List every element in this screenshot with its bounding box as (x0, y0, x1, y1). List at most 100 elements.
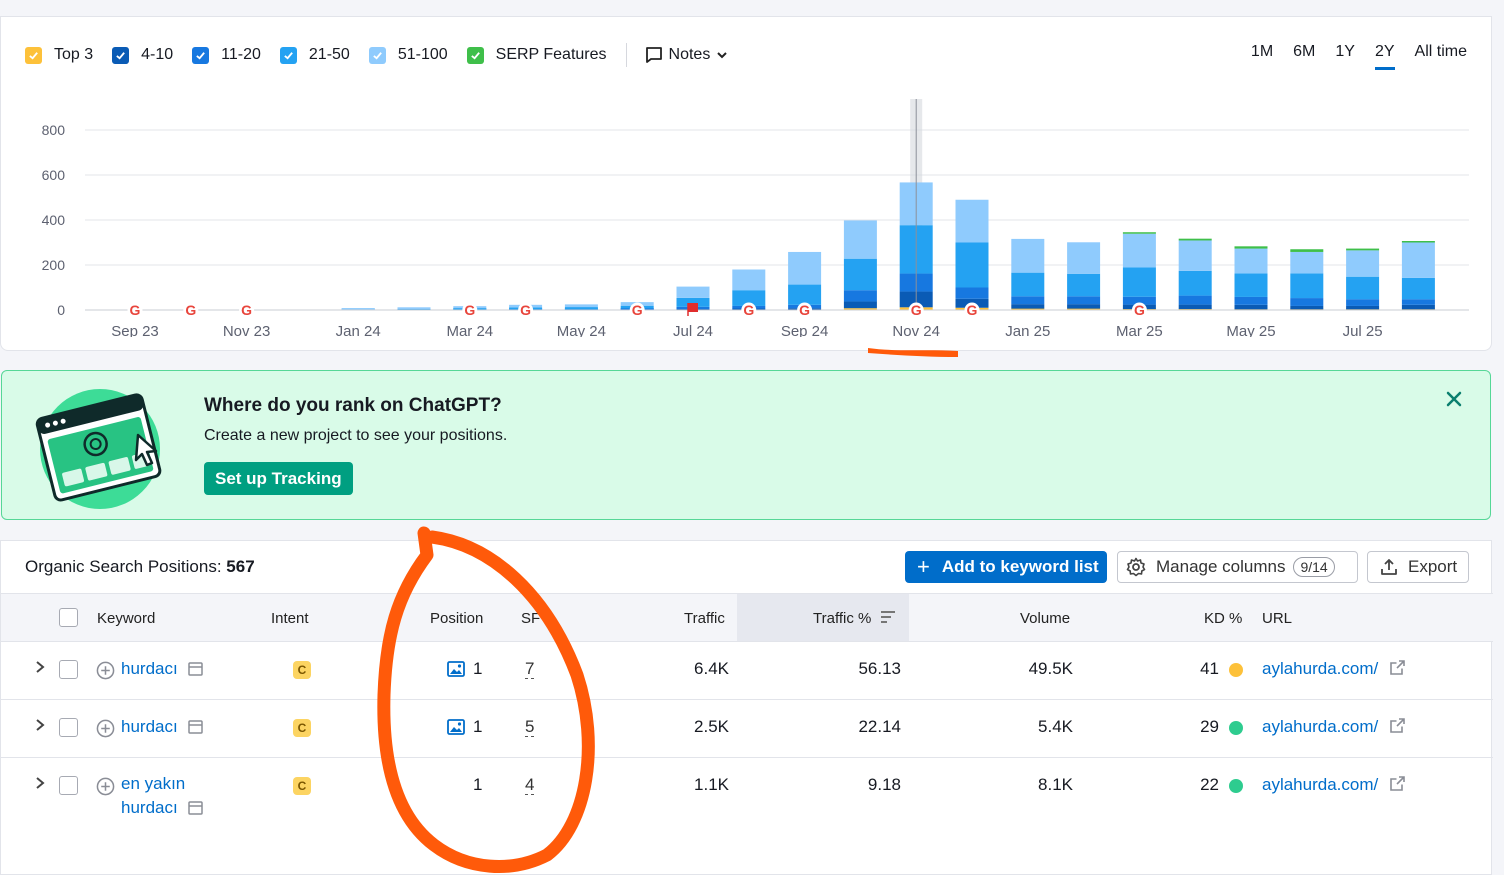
kd-difficulty-dot (1229, 663, 1243, 677)
bar-segment (1011, 304, 1045, 309)
add-button-label: Add to keyword list (941, 557, 1099, 576)
sf-count[interactable]: 5 (525, 717, 535, 737)
external-link-icon[interactable] (1389, 659, 1406, 676)
kd-value: 22 (1200, 775, 1219, 794)
keyword-cell: hurdacı (121, 659, 204, 679)
volume-value: 8.1K (1038, 775, 1073, 794)
col-kd[interactable]: KD % (1204, 610, 1242, 627)
select-all-checkbox[interactable] (59, 608, 78, 627)
bar-segment (955, 242, 989, 288)
bar-segment (1122, 232, 1156, 234)
checkbox-checked-icon[interactable] (279, 46, 297, 64)
bar-segment (1346, 299, 1380, 306)
chevron-right-icon[interactable] (33, 660, 47, 674)
chevron-right-icon[interactable] (33, 718, 47, 732)
position-value: 1 (473, 659, 483, 678)
plus-icon: + (917, 554, 930, 579)
bar-segment (843, 220, 877, 259)
position-value: 1 (473, 775, 483, 794)
table-row[interactable]: hurdacı C 1 5 2.5K 22.14 5.4K 29 aylahur… (1, 700, 1493, 758)
url-link[interactable]: aylahurda.com/ (1262, 717, 1378, 736)
range-1y[interactable]: 1Y (1335, 43, 1355, 70)
position-value: 1 (473, 717, 483, 736)
positions-bar-chart[interactable]: 0 200 400 600 800 G G G G G G G G G G G Sep 23 Nov 23 Jan … (1, 97, 1491, 337)
keyword-link[interactable]: hurdacı (121, 659, 178, 678)
setup-tracking-button[interactable]: Set up Tracking (204, 462, 353, 495)
checkbox-checked-icon[interactable] (368, 46, 386, 64)
serp-snapshot-icon[interactable] (188, 662, 204, 676)
add-circle-icon[interactable] (96, 719, 115, 738)
checkbox-checked-icon[interactable] (25, 46, 42, 64)
chevron-right-icon[interactable] (33, 776, 47, 790)
checkbox-checked-icon[interactable] (112, 46, 130, 64)
checkbox-checked-icon[interactable] (192, 46, 210, 64)
row-checkbox[interactable] (59, 776, 78, 795)
col-keyword[interactable]: Keyword (97, 610, 155, 627)
manage-columns-button[interactable]: Manage columns 9/14 (1117, 551, 1358, 583)
traffic-pct-value: 56.13 (858, 659, 901, 678)
kd-value: 29 (1200, 717, 1219, 736)
col-traffic-pct[interactable]: Traffic % (813, 610, 896, 627)
columns-count-badge: 9/14 (1293, 557, 1335, 577)
url-link[interactable]: aylahurda.com/ (1262, 659, 1378, 678)
legend-21-50[interactable]: 21-50 (279, 46, 350, 64)
external-link-icon[interactable] (1389, 775, 1406, 792)
keyword-cell: hurdacı (121, 717, 204, 737)
x-tick-label: Jan 24 (336, 323, 381, 337)
positions-count: 567 (226, 557, 255, 576)
table-row[interactable]: hurdacı C 1 7 6.4K 56.13 49.5K 41 aylahu… (1, 642, 1493, 700)
bar-segment (1178, 295, 1212, 305)
add-circle-icon[interactable] (96, 777, 115, 796)
range-6m[interactable]: 6M (1293, 43, 1315, 70)
intent-commercial-badge: C (293, 777, 311, 795)
google-update-icon: G (799, 302, 810, 318)
checkbox-checked-icon[interactable] (466, 46, 484, 64)
range-all-time[interactable]: All time (1415, 43, 1467, 70)
range-1m[interactable]: 1M (1251, 43, 1273, 70)
x-tick-label: Mar 24 (446, 323, 493, 337)
legend-serp-features[interactable]: SERP Features (466, 46, 607, 64)
chatgpt-tracking-illustration (35, 389, 162, 509)
url-link[interactable]: aylahurda.com/ (1262, 775, 1378, 794)
keyword-link[interactable]: hurdacı (121, 717, 178, 736)
legend-11-20[interactable]: 11-20 (192, 46, 261, 64)
col-volume[interactable]: Volume (1020, 610, 1070, 627)
orange-annotation-dash (868, 348, 958, 357)
table-header: Keyword Intent Position SF Traffic Traff… (1, 593, 1493, 642)
add-circle-icon[interactable] (96, 661, 115, 680)
serp-snapshot-icon[interactable] (188, 720, 204, 734)
table-row[interactable]: en yakın hurdacı C 1 4 1.1K 9.18 8.1K 22… (1, 758, 1493, 838)
col-intent[interactable]: Intent (271, 610, 309, 627)
bar-segment (1346, 248, 1380, 251)
legend-top3[interactable]: Top 3 (25, 46, 93, 64)
row-checkbox[interactable] (59, 718, 78, 737)
bar-segment (1234, 304, 1268, 310)
sf-count[interactable]: 7 (525, 659, 535, 679)
x-tick-label: May 24 (557, 323, 606, 337)
bar-segment (1401, 299, 1435, 305)
row-checkbox[interactable] (59, 660, 78, 679)
sf-count[interactable]: 4 (525, 775, 535, 795)
chatgpt-promo-banner: Where do you rank on ChatGPT? Create a n… (1, 370, 1491, 520)
legend-4-10[interactable]: 4-10 (112, 46, 173, 64)
serp-snapshot-icon[interactable] (188, 801, 204, 815)
external-link-icon[interactable] (1389, 717, 1406, 734)
traffic-value: 2.5K (694, 717, 729, 736)
y-tick-label: 600 (42, 167, 66, 183)
notes-dropdown[interactable]: Notes (645, 46, 729, 64)
col-position[interactable]: Position (430, 610, 483, 627)
col-sf[interactable]: SF (521, 610, 540, 627)
legend-51-100[interactable]: 51-100 (368, 46, 448, 64)
keyword-link-line1[interactable]: en yakın (121, 774, 185, 793)
col-traffic[interactable]: Traffic (684, 610, 725, 627)
bar-segment (1067, 296, 1101, 305)
bar-segment (1401, 277, 1435, 300)
range-2y[interactable]: 2Y (1374, 43, 1395, 70)
export-button[interactable]: Export (1367, 551, 1469, 583)
close-icon[interactable] (1444, 389, 1464, 409)
bar-segment (397, 307, 431, 310)
gear-icon (1126, 557, 1146, 577)
col-url[interactable]: URL (1262, 610, 1292, 627)
add-to-keyword-list-button[interactable]: + Add to keyword list (905, 551, 1107, 583)
keyword-link-line2[interactable]: hurdacı (121, 798, 178, 817)
